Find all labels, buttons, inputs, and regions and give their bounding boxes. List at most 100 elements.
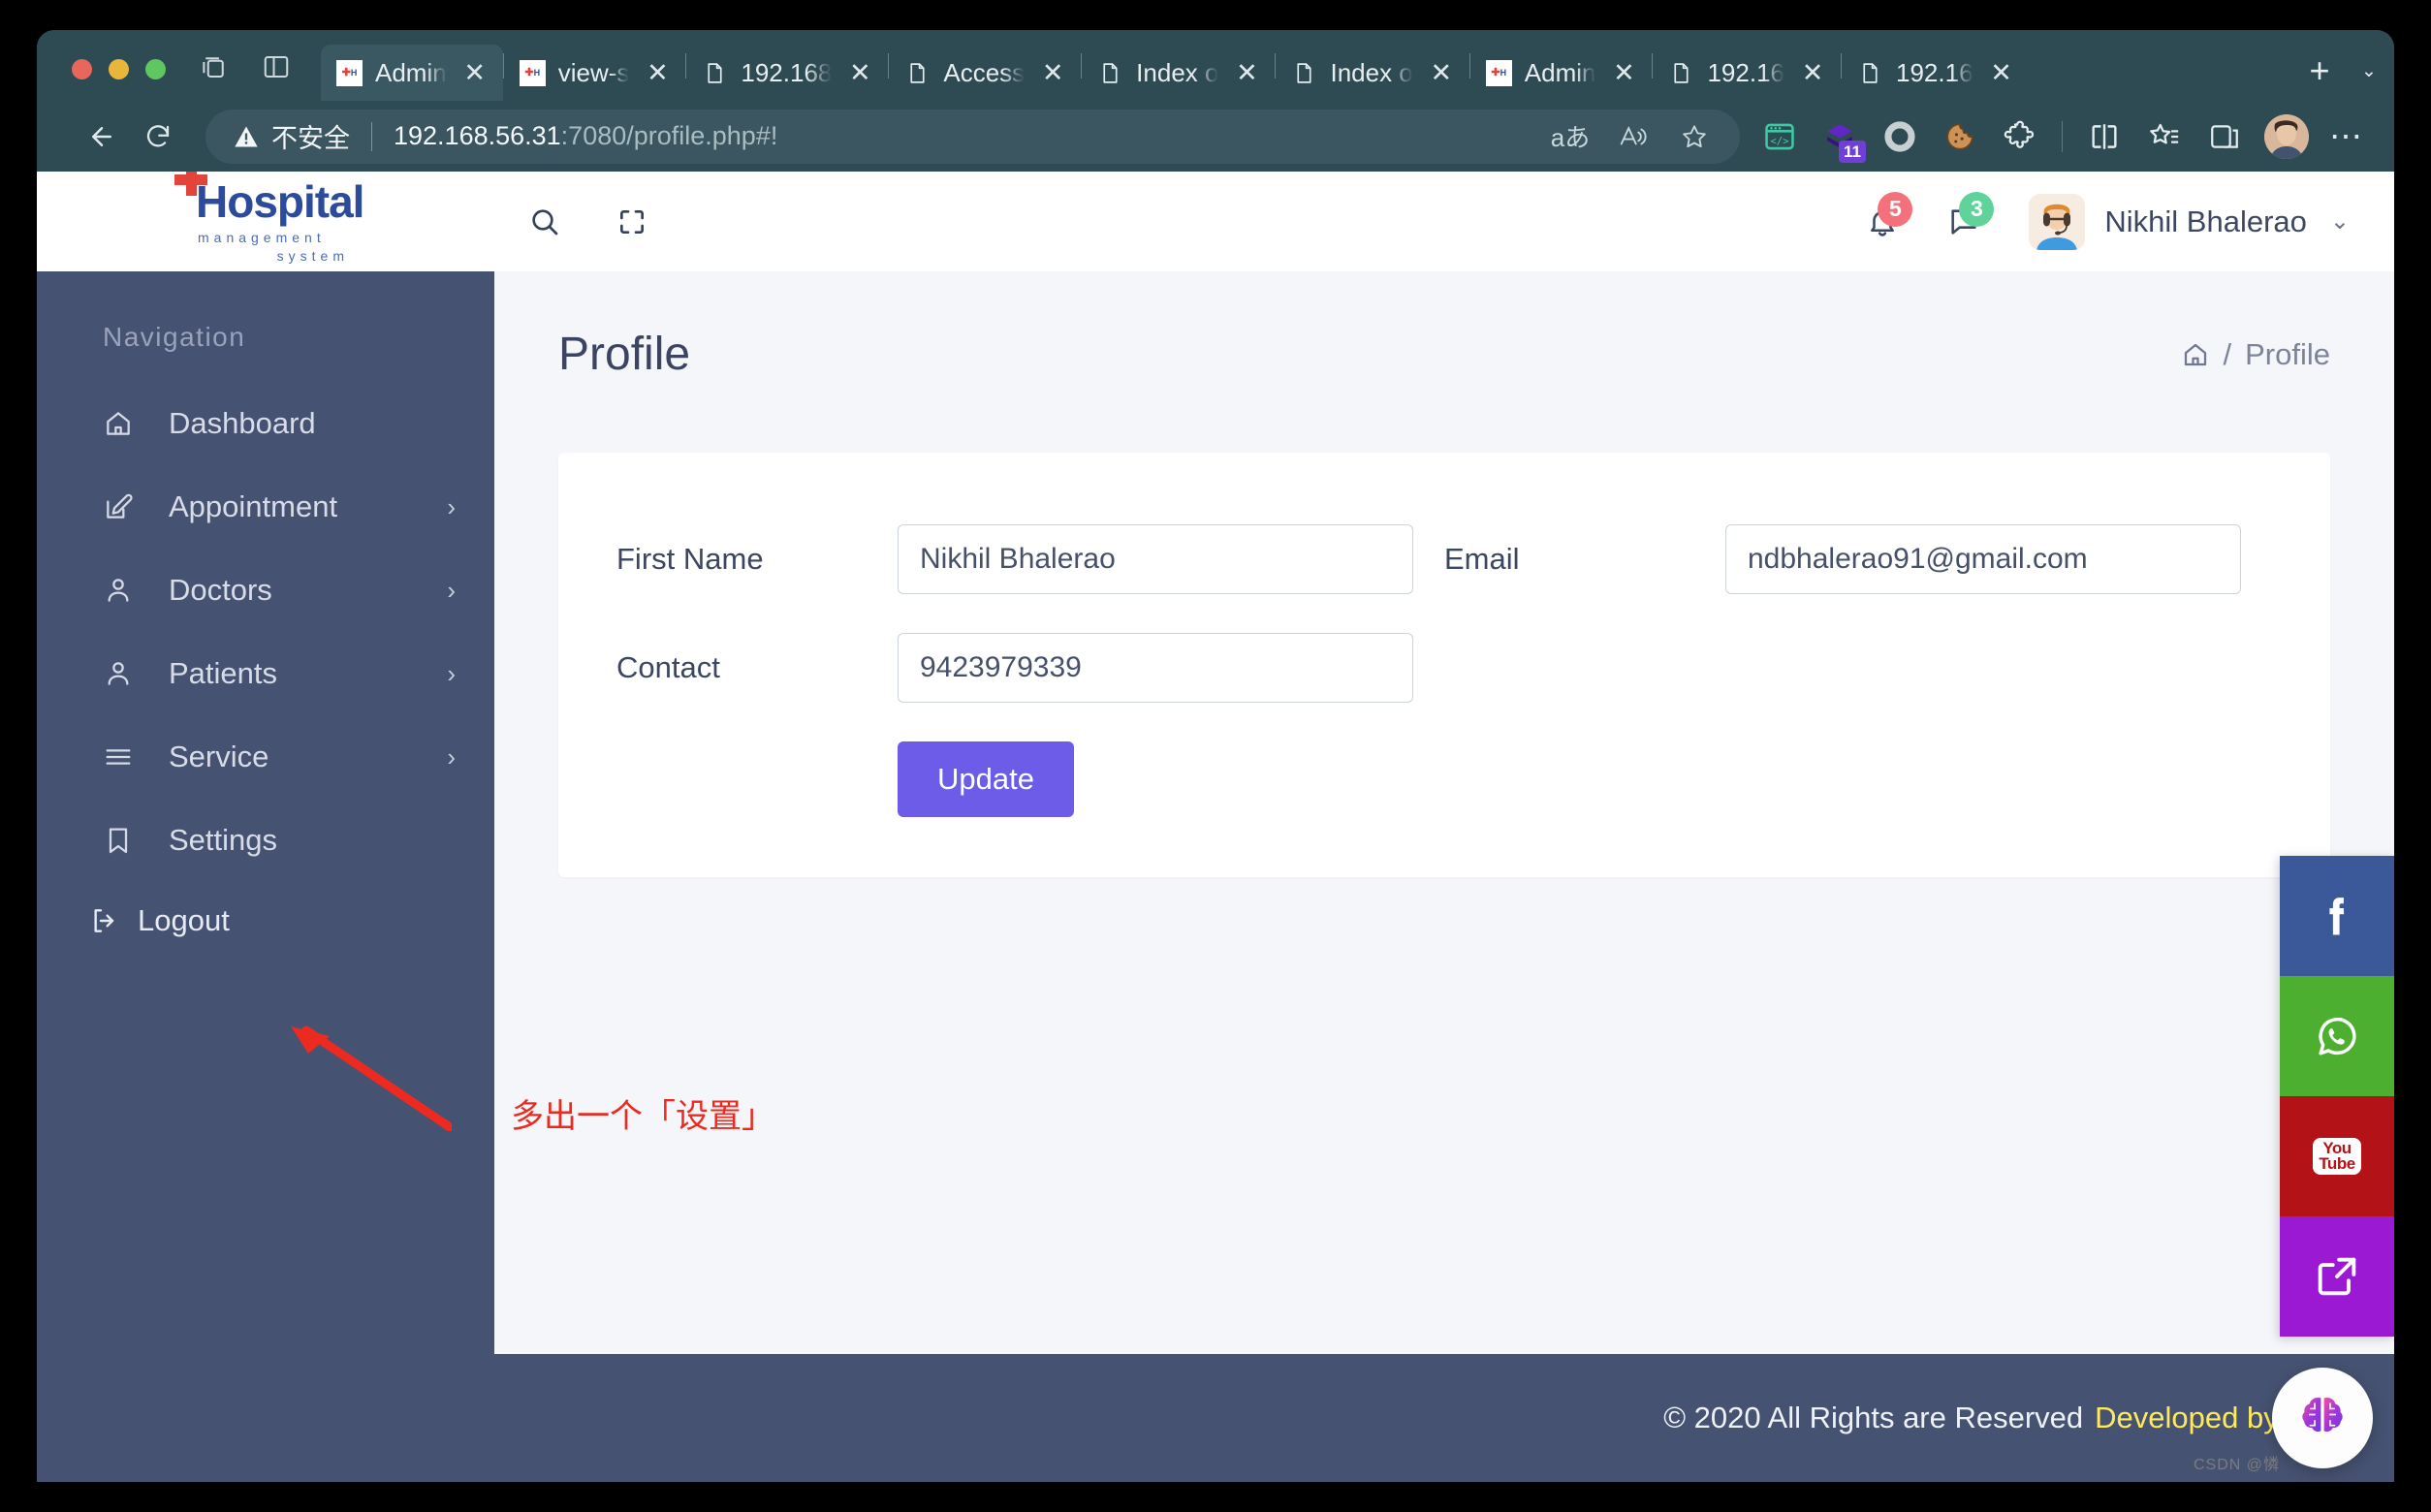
sidebar-item-patients[interactable]: Patients › bbox=[37, 632, 494, 715]
home-icon[interactable] bbox=[2181, 340, 2210, 369]
sidebar-item-dashboard[interactable]: Dashboard bbox=[37, 382, 494, 465]
chevron-down-icon[interactable]: ⌄ bbox=[2350, 48, 2388, 93]
whatsapp-icon bbox=[2319, 1017, 2356, 1055]
page-title: Profile bbox=[558, 329, 691, 380]
sidebar-item-label: Dashboard bbox=[169, 406, 316, 440]
browser-tab[interactable]: Access ✕ bbox=[889, 45, 1081, 101]
browser-tab[interactable]: 192.16 ✕ bbox=[1842, 45, 2030, 101]
brain-icon bbox=[2302, 1398, 2343, 1433]
page-favicon bbox=[702, 60, 728, 86]
code-extension-icon[interactable]: </> bbox=[1752, 110, 1808, 163]
close-tab-button[interactable]: ✕ bbox=[1605, 54, 1642, 91]
sidebar: Navigation Dashboard Appointment › Doctors ›… bbox=[37, 271, 494, 1482]
bookmark-icon bbox=[103, 825, 145, 856]
close-tab-button[interactable]: ✕ bbox=[457, 54, 493, 91]
chevron-down-icon[interactable]: ⌄ bbox=[2330, 207, 2350, 236]
first-name-input[interactable] bbox=[898, 524, 1413, 594]
ai-assistant-button[interactable] bbox=[2272, 1368, 2373, 1468]
layers-extension-icon[interactable]: 11 bbox=[1812, 110, 1868, 163]
youtube-share-button[interactable]: You Tube bbox=[2280, 1096, 2394, 1216]
menu-icon bbox=[103, 741, 145, 772]
home-icon bbox=[103, 408, 145, 439]
browser-tab[interactable]: Index o ✕ bbox=[1276, 45, 1468, 101]
social-share-rail: You Tube bbox=[2280, 856, 2394, 1337]
back-button[interactable] bbox=[76, 110, 128, 163]
close-window-button[interactable] bbox=[72, 59, 92, 79]
browser-profile-avatar[interactable] bbox=[2264, 113, 2309, 159]
browser-tab[interactable]: 192.168 ✕ bbox=[686, 45, 888, 101]
external-share-button[interactable] bbox=[2280, 1216, 2394, 1337]
close-tab-button[interactable]: ✕ bbox=[1794, 54, 1831, 91]
message-count-badge: 3 bbox=[1959, 191, 1995, 227]
browser-more-button[interactable]: ⋯ bbox=[2320, 110, 2373, 163]
new-tab-button[interactable]: + bbox=[2297, 48, 2342, 93]
notifications-button[interactable]: 5 bbox=[1845, 184, 1920, 260]
close-tab-button[interactable]: ✕ bbox=[1228, 54, 1265, 91]
extensions-puzzle-icon[interactable] bbox=[1992, 110, 2048, 163]
sidebar-item-settings[interactable]: Settings bbox=[37, 799, 494, 882]
fullscreen-icon[interactable] bbox=[595, 185, 669, 259]
browser-essentials-icon[interactable] bbox=[2196, 110, 2253, 163]
messages-button[interactable]: 3 bbox=[1926, 184, 2002, 260]
edit-icon bbox=[103, 491, 145, 522]
close-tab-button[interactable]: ✕ bbox=[639, 54, 676, 91]
minimize-window-button[interactable] bbox=[109, 59, 129, 79]
sidebar-item-appointment[interactable]: Appointment › bbox=[37, 465, 494, 549]
url-host: 192.168.56.31 bbox=[394, 121, 561, 150]
chevron-right-icon: › bbox=[447, 575, 456, 605]
read-aloud-icon[interactable] bbox=[1604, 110, 1660, 163]
close-tab-button[interactable]: ✕ bbox=[841, 54, 878, 91]
sidebar-menu: Dashboard Appointment › Doctors › Patients › Se… bbox=[37, 382, 494, 882]
hospital-favicon: ✚ H bbox=[519, 59, 546, 86]
translate-icon[interactable]: aあ bbox=[1542, 110, 1598, 163]
reload-button[interactable] bbox=[132, 110, 184, 163]
omnibox-divider bbox=[371, 121, 372, 151]
page-viewport: Hospital management system 5 3 Nikhil Bh… bbox=[37, 172, 2394, 1482]
favorite-star-icon[interactable] bbox=[1666, 110, 1722, 163]
collections-icon[interactable] bbox=[2136, 110, 2193, 163]
email-label: Email bbox=[1444, 542, 1520, 576]
user-menu[interactable]: Nikhil Bhalerao ⌄ bbox=[2029, 193, 2350, 250]
browser-tab[interactable]: ✚ H Admin ✕ bbox=[321, 45, 503, 101]
browser-tab[interactable]: 192.16 ✕ bbox=[1653, 45, 1841, 101]
close-tab-button[interactable]: ✕ bbox=[1034, 54, 1071, 91]
sidebar-item-doctors[interactable]: Doctors › bbox=[37, 549, 494, 632]
page-header: Profile / Profile bbox=[494, 271, 2394, 381]
sidebar-item-service[interactable]: Service › bbox=[37, 715, 494, 799]
close-tab-button[interactable]: ✕ bbox=[1423, 54, 1460, 91]
tab-strip: ✚ H Admin ✕ ✚ H view-s ✕ 192.168 ✕ Access ✕ Index o ✕… bbox=[37, 30, 2394, 101]
chevron-right-icon: › bbox=[447, 491, 456, 521]
app-logo[interactable]: Hospital management system bbox=[37, 172, 494, 271]
extension-badge-count: 11 bbox=[1839, 140, 1866, 163]
whatsapp-share-button[interactable] bbox=[2280, 976, 2394, 1096]
email-input[interactable] bbox=[1725, 524, 2241, 594]
circle-extension-icon[interactable] bbox=[1872, 110, 1928, 163]
search-icon[interactable] bbox=[508, 185, 582, 259]
update-button[interactable]: Update bbox=[898, 741, 1074, 817]
breadcrumb-current: Profile bbox=[2245, 336, 2330, 371]
footer-copyright: © 2020 All Rights are Reserved bbox=[1663, 1401, 2084, 1434]
logo-subtitle-1: management bbox=[198, 230, 326, 245]
url-text: 192.168.56.31:7080/profile.php#! bbox=[394, 121, 777, 151]
url-input[interactable]: 不安全 192.168.56.31:7080/profile.php#! aあ bbox=[205, 109, 1740, 164]
hospital-favicon: ✚ H bbox=[1485, 59, 1512, 86]
contact-label: Contact bbox=[616, 650, 720, 684]
maximize-window-button[interactable] bbox=[145, 59, 166, 79]
browser-tab[interactable]: Index o ✕ bbox=[1082, 45, 1275, 101]
close-tab-button[interactable]: ✕ bbox=[1983, 54, 2020, 91]
chevron-right-icon: › bbox=[447, 658, 456, 688]
tab-groups-icon[interactable] bbox=[193, 46, 236, 88]
browser-tab[interactable]: ✚ H view-s ✕ bbox=[504, 45, 686, 101]
youtube-icon: You Tube bbox=[2313, 1137, 2361, 1176]
contact-group: Contact bbox=[616, 633, 1444, 703]
browser-tab[interactable]: ✚ H Admin ✕ bbox=[1470, 45, 1653, 101]
email-group: Email bbox=[1444, 524, 2272, 594]
contact-input[interactable] bbox=[898, 633, 1413, 703]
split-screen-icon[interactable] bbox=[2076, 110, 2132, 163]
sidebar-toggle-icon[interactable] bbox=[255, 46, 298, 88]
sidebar-item-logout[interactable]: Logout bbox=[37, 882, 494, 960]
footer: © 2020 All Rights are Reserved Developed… bbox=[494, 1354, 2394, 1482]
facebook-share-button[interactable] bbox=[2280, 856, 2394, 976]
notification-count-badge: 5 bbox=[1878, 191, 1913, 227]
cookie-extension-icon[interactable] bbox=[1932, 110, 1988, 163]
